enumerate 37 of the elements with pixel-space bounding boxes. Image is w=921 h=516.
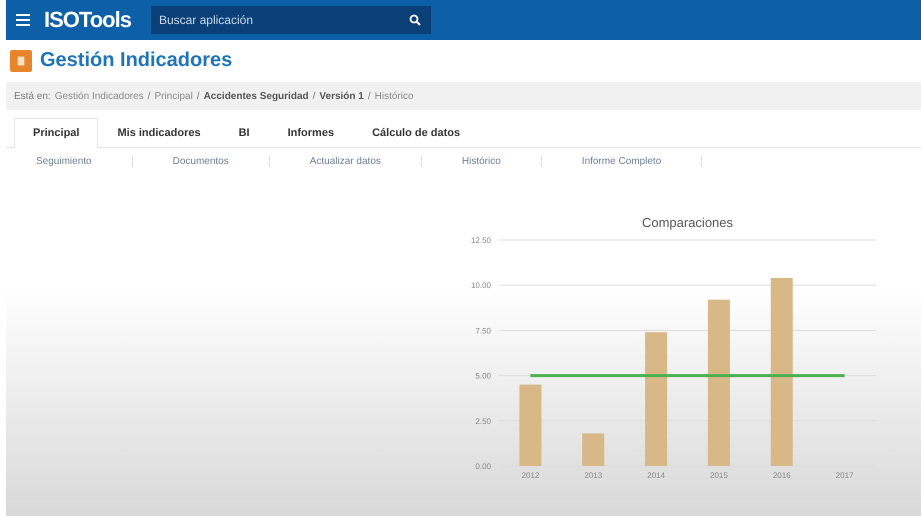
search-field[interactable]: Buscar aplicación (150, 6, 431, 34)
axis-label: 7.50 (475, 326, 491, 336)
breadcrumb-link[interactable]: Versión 1 (319, 90, 364, 102)
subtab-link[interactable]: Seguimiento (36, 156, 133, 167)
tab[interactable]: BI (220, 118, 269, 147)
breadcrumb-separator: / (312, 90, 316, 102)
bar (582, 433, 604, 466)
axis-label: 2015 (710, 471, 728, 480)
breadcrumb-separator: / (368, 90, 371, 102)
breadcrumb-link[interactable]: Accidentes Seguridad (204, 90, 309, 102)
logo[interactable]: ISOTools (44, 7, 131, 33)
axis-label: 2.50 (475, 416, 491, 426)
axis-label: 12.50 (470, 236, 491, 245)
tab[interactable]: Principal (14, 118, 98, 148)
search-icon[interactable] (408, 14, 421, 26)
subtab-link[interactable]: Histórico (462, 156, 542, 167)
axis-label: 0.00 (475, 462, 491, 471)
axis-label: 5.00 (475, 372, 491, 381)
page-title: Gestión Indicadores (40, 49, 232, 72)
axis-label: 2013 (584, 471, 602, 480)
axis-label: 10.00 (470, 281, 491, 290)
tab[interactable]: Cálculo de datos (353, 118, 480, 147)
app-icon (10, 50, 32, 72)
breadcrumb-separator: / (148, 90, 150, 102)
subtab-link[interactable]: Actualizar datos (310, 156, 422, 167)
axis-label: 2016 (772, 471, 791, 480)
axis-label: 2017 (836, 471, 854, 480)
breadcrumb-separator: / (196, 90, 200, 102)
tab[interactable]: Mis indicadores (98, 118, 220, 147)
chart-title: Comparaciones (642, 215, 734, 230)
tab[interactable]: Informes (268, 118, 354, 147)
axis-label: 2012 (522, 471, 540, 480)
menu-icon[interactable] (16, 14, 30, 26)
breadcrumb-label: Está en: (14, 90, 51, 102)
subtab-link[interactable]: Documentos (172, 156, 270, 167)
subtab-link[interactable]: Informe Completo (582, 156, 702, 167)
axis-label: 2014 (647, 471, 665, 480)
